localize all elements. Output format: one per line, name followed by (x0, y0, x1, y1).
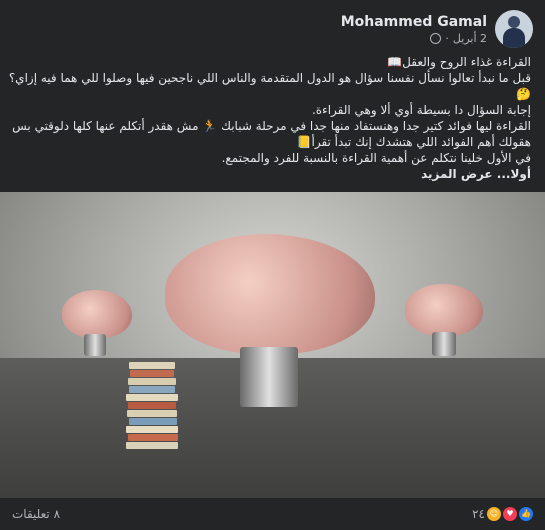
post-line: القراءة ليها فوائد كتير جدا وهنستفاد منه… (12, 119, 531, 133)
post-line: قبل ما نبدأ تعالوا نسأل نفسنا سؤال هو ال… (8, 71, 531, 85)
post-text: القراءة غذاء الروح والعقل📖 قبل ما نبدأ ت… (8, 54, 531, 182)
bulb-base-left (84, 334, 106, 356)
post-line: 🤔 (516, 87, 531, 101)
post-image[interactable] (0, 192, 545, 498)
author-name[interactable]: Mohammed Gamal (341, 14, 487, 30)
post-line: إجابة السؤال دا بسيطة أوي ألا وهي القراء… (311, 103, 531, 117)
post-line: القراءة غذاء الروح والعقل📖 (387, 55, 531, 69)
post-meta: 2 أبريل · (430, 32, 487, 45)
brain-bulb-right (405, 284, 483, 336)
care-icon: ☺ (487, 507, 501, 521)
avatar[interactable] (495, 10, 533, 48)
post-footer: ٨ تعليقات ٢٤ ☺ ♥ 👍 (0, 498, 545, 530)
reactions-count[interactable]: ٢٤ (472, 507, 485, 521)
post-date[interactable]: 2 أبريل (453, 32, 487, 45)
globe-icon (430, 32, 442, 44)
bulb-base-right (432, 332, 456, 356)
love-icon: ♥ (503, 507, 517, 521)
brain-bulb-left (62, 290, 132, 338)
post-card: Mohammed Gamal 2 أبريل · القراءة غذاء ال… (0, 0, 545, 530)
comments-count[interactable]: ٨ تعليقات (12, 507, 60, 521)
post-line: في الأول خلينا نتكلم عن أهمية القراءة با… (221, 151, 531, 165)
see-more-link[interactable]: أولا... عرض المزيد (14, 166, 531, 182)
like-icon: 👍 (519, 507, 533, 521)
author-meta: Mohammed Gamal 2 أبريل · (341, 14, 487, 45)
brain-bulb-center (165, 234, 375, 354)
bulb-base-center (240, 347, 298, 407)
post-line: هقولك أهم الفوائد اللي هتشدك إنك تبدأ تق… (296, 135, 531, 149)
reactions[interactable]: ٢٤ ☺ ♥ 👍 (472, 507, 533, 521)
post-header: Mohammed Gamal 2 أبريل · (341, 10, 533, 48)
